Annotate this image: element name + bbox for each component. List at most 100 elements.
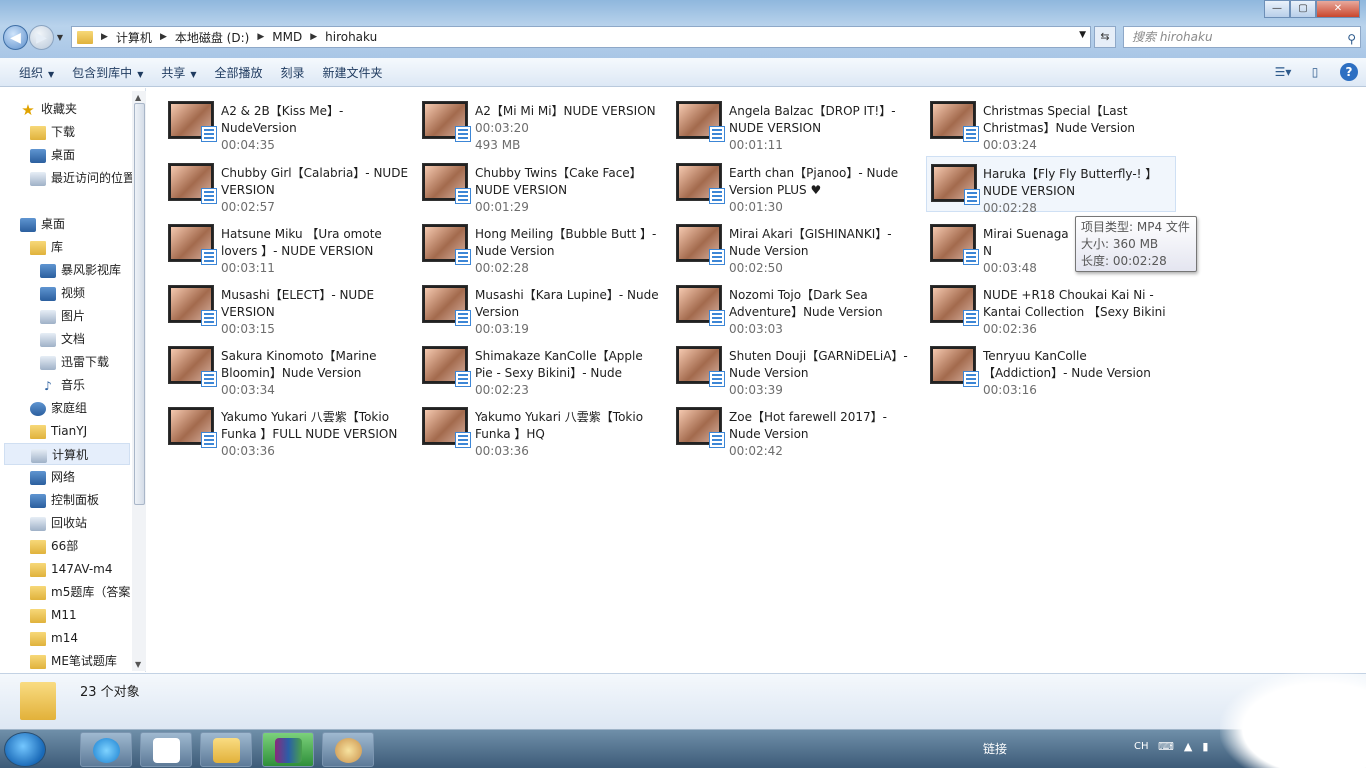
file-duration: 00:03:20 xyxy=(475,121,529,135)
file-tile[interactable]: Chubby Twins【Cake Face】NUDE VERSION 00:01… xyxy=(402,156,652,214)
sidebar-item-storm[interactable]: 暴风影视库 xyxy=(40,259,145,281)
sidebar-item-desktop-fav[interactable]: 桌面 xyxy=(30,144,145,166)
sidebar-item-video[interactable]: 视频 xyxy=(40,282,145,304)
sidebar-item-recycle[interactable]: 回收站 xyxy=(30,512,145,534)
file-tile[interactable]: A2【Mi Mi Mi】NUDE VERSION 00:03:20 493 MB xyxy=(402,94,656,152)
file-tile[interactable]: Musashi【ELECT】- NUDE VERSION 00:03:15 xyxy=(148,278,398,336)
preview-pane-icon[interactable]: ▯ xyxy=(1304,62,1326,82)
file-tile[interactable]: Chubby Girl【Calabria】- NUDE VERSION 00:02… xyxy=(148,156,408,214)
sidebar-item-folder[interactable]: 147AV-m4 xyxy=(30,558,145,580)
sidebar-item-network[interactable]: 网络 xyxy=(30,466,145,488)
help-button[interactable]: ? xyxy=(1340,63,1358,81)
video-thumbnail xyxy=(168,346,217,387)
sidebar-item-folder[interactable]: ME笔试题库 xyxy=(30,650,145,672)
file-tile[interactable]: Earth chan【Pjanoo】- Nude Version PLUS ♥ 0… xyxy=(656,156,906,214)
sidebar-item-folder[interactable]: m5题库（答案 xyxy=(30,581,145,603)
scrollbar-thumb[interactable] xyxy=(134,103,145,505)
sidebar-item-thunder[interactable]: 迅雷下载 xyxy=(40,351,145,373)
taskbar-app-explorer[interactable] xyxy=(200,732,252,767)
file-tile[interactable]: Hong Meiling【Bubble Butt 】- Nude Version… xyxy=(402,217,656,275)
file-tile[interactable]: Angela Balzac【DROP IT!】- NUDE VERSION 00:… xyxy=(656,94,906,152)
sidebar-item-desktop[interactable]: 桌面 xyxy=(20,213,145,235)
keyboard-icon[interactable]: ⌨ xyxy=(1158,740,1174,753)
chevron-down-icon[interactable]: ▼ xyxy=(1079,30,1086,40)
file-duration: 00:02:28 xyxy=(475,261,529,275)
scroll-up-icon[interactable]: ▲ xyxy=(135,93,141,102)
chevron-right-icon[interactable]: ▶ xyxy=(160,32,167,42)
breadcrumb-computer[interactable]: 计算机 xyxy=(116,29,152,46)
sidebar-item-library[interactable]: 库 xyxy=(30,236,145,258)
sidebar-scrollbar[interactable]: ▲ ▼ xyxy=(132,91,146,671)
share-button[interactable]: 共享 ▼ xyxy=(161,64,196,81)
sidebar-item-label: m5题库（答案 xyxy=(51,585,131,599)
navigation-buttons: ◀ ▶ ▼ xyxy=(3,25,65,50)
search-input[interactable]: 搜索 hirohaku ⚲ xyxy=(1123,26,1361,48)
include-library-button[interactable]: 包含到库中 ▼ xyxy=(72,64,143,81)
sidebar-item-favorites[interactable]: ★ 收藏夹 xyxy=(20,98,145,120)
close-button[interactable]: ✕ xyxy=(1316,0,1360,18)
sidebar-item-pictures[interactable]: 图片 xyxy=(40,305,145,327)
play-all-button[interactable]: 全部播放 xyxy=(215,64,263,81)
file-tile[interactable]: NUDE +R18 Choukai Kai Ni - Kantai Collec… xyxy=(910,278,1166,336)
video-thumbnail xyxy=(676,101,725,142)
taskbar-app[interactable] xyxy=(322,732,374,767)
maximize-button[interactable]: ▢ xyxy=(1290,0,1316,18)
device-icon[interactable]: ▮ xyxy=(1202,740,1208,753)
taskbar-app[interactable] xyxy=(262,732,314,767)
file-tile[interactable]: Zoe【Hot farewell 2017】- Nude Version 00:0… xyxy=(656,400,906,458)
file-tile[interactable]: Yakumo Yukari 八雲紫【Tokio Funka 】FULL NUDE… xyxy=(148,400,398,458)
chevron-right-icon[interactable]: ▶ xyxy=(257,32,264,42)
start-button[interactable] xyxy=(4,732,46,767)
file-tile[interactable]: Hatsune Miku 【Ura omote lovers 】- NUDE V… xyxy=(148,217,398,275)
sidebar-item-music[interactable]: ♪ 音乐 xyxy=(40,374,145,396)
breadcrumb-hirohaku[interactable]: hirohaku xyxy=(325,30,377,44)
burn-button[interactable]: 刻录 xyxy=(281,64,305,81)
file-tile[interactable]: Musashi【Kara Lupine】- Nude Version 00:03:… xyxy=(402,278,659,336)
view-options-icon[interactable]: ☰▾ xyxy=(1272,62,1294,82)
taskbar-app[interactable] xyxy=(80,732,132,767)
sidebar-item-user[interactable]: TianYJ xyxy=(30,420,145,442)
file-tile[interactable]: Shimakaze KanColle【Apple Pie - Sexy Biki… xyxy=(402,339,652,397)
sidebar-item-recent[interactable]: 最近访问的位置 xyxy=(30,167,145,189)
organize-button[interactable]: 组织 ▼ xyxy=(19,64,54,81)
sidebar-item-control-panel[interactable]: 控制面板 xyxy=(30,489,145,511)
sidebar-item-homegroup[interactable]: 家庭组 xyxy=(30,397,145,419)
sidebar-item-documents[interactable]: 文档 xyxy=(40,328,145,350)
scroll-down-icon[interactable]: ▼ xyxy=(135,660,141,669)
breadcrumb-mmd[interactable]: MMD xyxy=(272,30,302,44)
search-icon[interactable]: ⚲ xyxy=(1347,29,1356,49)
file-tile[interactable]: Yakumo Yukari 八雲紫【Tokio Funka 】HQ 00:03:3… xyxy=(402,400,652,458)
sidebar-item-folder[interactable]: m14 xyxy=(30,627,145,649)
minimize-button[interactable]: — xyxy=(1264,0,1290,18)
file-tile[interactable]: Nozomi Tojo【Dark Sea Adventure】Nude Vers… xyxy=(656,278,906,336)
file-tile[interactable]: Sakura Kinomoto【Marine Bloomin】Nude Vers… xyxy=(148,339,398,397)
file-tile-hovered[interactable]: Haruka【Fly Fly Butterfly-! 】NUDE VERSION… xyxy=(926,156,1176,215)
folder-icon xyxy=(30,631,46,646)
address-bar[interactable]: ▶ 计算机 ▶ 本地磁盘 (D:) ▶ MMD ▶ hirohaku ▼ xyxy=(71,26,1091,48)
sidebar-item-computer[interactable]: 计算机 xyxy=(4,443,130,465)
recent-pages-dropdown[interactable]: ▼ xyxy=(55,33,65,42)
sidebar-item-folder[interactable]: M11 xyxy=(30,604,145,626)
documents-icon xyxy=(40,332,56,347)
back-button[interactable]: ◀ xyxy=(3,25,28,50)
chevron-up-icon[interactable]: ▲ xyxy=(1184,740,1192,753)
file-tile[interactable]: Tenryuu KanColle【Addiction】- Nude Versio… xyxy=(910,339,1160,397)
language-indicator[interactable]: CH xyxy=(1134,741,1149,752)
chevron-right-icon[interactable]: ▶ xyxy=(101,32,108,42)
file-duration: 00:01:29 xyxy=(475,200,529,214)
new-folder-button[interactable]: 新建文件夹 xyxy=(323,64,383,81)
file-tile[interactable]: Christmas Special【Last Christmas】Nude Ve… xyxy=(910,94,1160,152)
sidebar-item-folder[interactable]: 66部 xyxy=(30,535,145,557)
forward-button[interactable]: ▶ xyxy=(29,25,54,50)
taskbar-app[interactable] xyxy=(140,732,192,767)
file-tile[interactable]: A2 & 2B【Kiss Me】- NudeVersion 00:04:35 xyxy=(148,94,398,152)
refresh-button[interactable]: ⇆ xyxy=(1094,26,1116,48)
breadcrumb-drive[interactable]: 本地磁盘 (D:) xyxy=(175,29,249,46)
file-tile[interactable]: Shuten Douji【GARNiDELiA】- Nude Version 00… xyxy=(656,339,908,397)
video-file-icon xyxy=(963,126,979,142)
video-thumbnail xyxy=(422,163,471,204)
sidebar-item-downloads[interactable]: 下载 xyxy=(30,121,145,143)
file-tile[interactable]: Mirai Akari【GISHINANKI】- Nude Version 00:… xyxy=(656,217,906,275)
chevron-right-icon[interactable]: ▶ xyxy=(310,32,317,42)
links-toolbar[interactable]: 链接 xyxy=(983,740,1007,757)
